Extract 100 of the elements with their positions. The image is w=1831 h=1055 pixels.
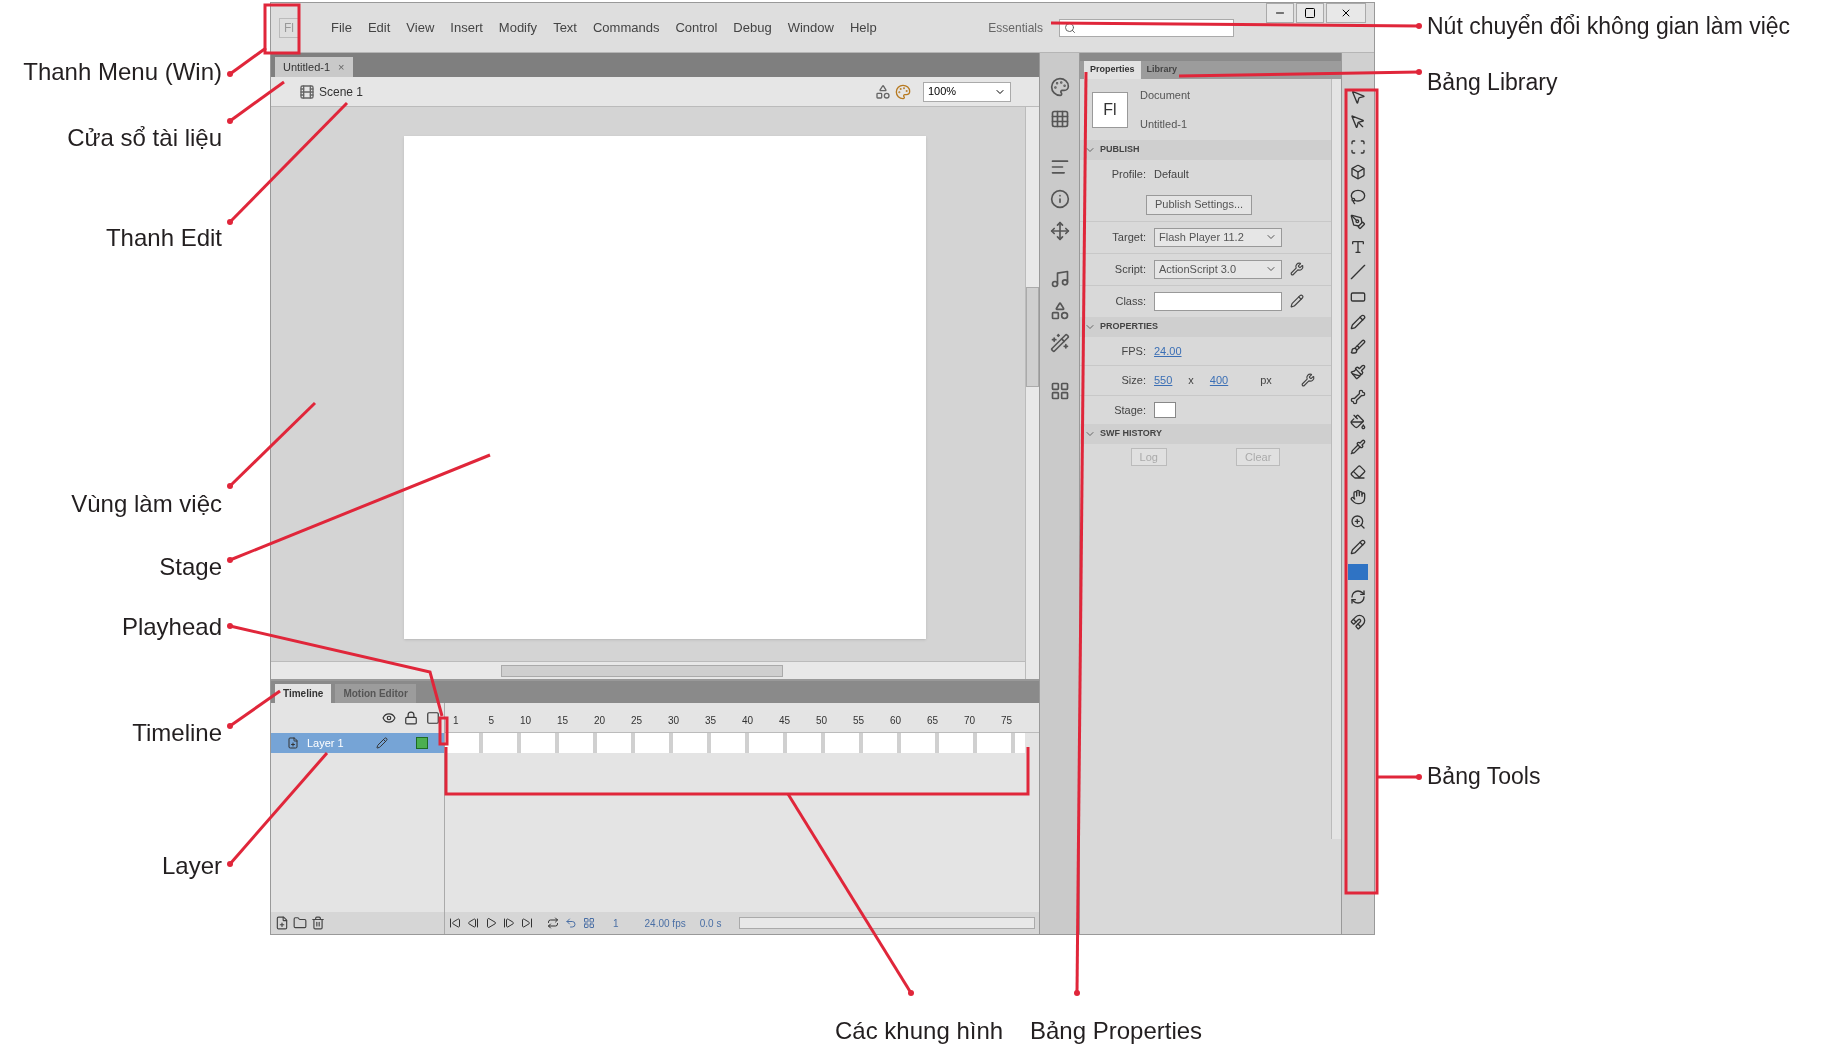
publish-settings-button[interactable]: Publish Settings... bbox=[1146, 194, 1253, 215]
layer-color-icon bbox=[416, 737, 428, 749]
document-type: Document bbox=[1140, 88, 1191, 103]
align-icon[interactable] bbox=[1049, 157, 1070, 177]
info-icon[interactable] bbox=[1049, 189, 1070, 209]
frame-number: 15 bbox=[555, 714, 569, 728]
menu-item[interactable]: Insert bbox=[450, 17, 483, 38]
frame-number: 40 bbox=[740, 714, 754, 728]
app-logo: Fl bbox=[279, 17, 299, 38]
pen-tool-icon[interactable] bbox=[1350, 214, 1366, 230]
selection-tool-icon[interactable] bbox=[1350, 89, 1366, 105]
property-label: Target: bbox=[1111, 229, 1146, 245]
panel-tab[interactable]: Library bbox=[1140, 61, 1184, 79]
menu-item[interactable]: Modify bbox=[498, 17, 538, 38]
menu-item[interactable]: File bbox=[331, 17, 352, 38]
callout-label: Vùng làm việc bbox=[71, 490, 222, 518]
menu-item[interactable]: Control bbox=[675, 17, 718, 38]
fps-value[interactable]: 24.00 bbox=[1154, 342, 1182, 359]
width-value[interactable]: 550 bbox=[1154, 372, 1173, 389]
callout-label: Thanh Menu (Win) bbox=[23, 58, 222, 86]
panel-tab[interactable]: Timeline bbox=[275, 684, 332, 703]
horizontal-scrollbar[interactable] bbox=[271, 661, 1025, 679]
bone-tool-icon[interactable] bbox=[1350, 389, 1366, 405]
text-tool-icon[interactable] bbox=[1350, 239, 1366, 255]
callout-label: Các khung hình bbox=[835, 1017, 1004, 1045]
dropdown[interactable]: Flash Player 11.2 bbox=[1154, 227, 1282, 247]
visibility-icon bbox=[382, 711, 396, 725]
section-title[interactable]: PROPERTIES bbox=[1100, 319, 1158, 334]
frame-number: 30 bbox=[666, 714, 680, 728]
menu-item[interactable]: Window bbox=[787, 17, 834, 38]
document-tab[interactable]: Untitled-1 × bbox=[275, 57, 353, 77]
panel-scrollbar[interactable] bbox=[1331, 79, 1341, 839]
swap-colors-icon bbox=[1350, 589, 1366, 605]
zoom-tool-icon[interactable] bbox=[1350, 514, 1366, 530]
minimize-button[interactable] bbox=[1266, 3, 1294, 23]
property-label: Script: bbox=[1113, 261, 1146, 277]
vertical-scrollbar[interactable] bbox=[1025, 107, 1039, 679]
maximize-button[interactable] bbox=[1296, 3, 1324, 23]
section-title[interactable]: PUBLISH bbox=[1100, 143, 1140, 157]
document-logo: Fl bbox=[1092, 91, 1128, 128]
property-label: Profile: bbox=[1110, 167, 1146, 182]
line-tool-icon[interactable] bbox=[1350, 264, 1366, 280]
timeline-scrollbar[interactable] bbox=[739, 917, 1035, 929]
callout-label: Playhead bbox=[121, 613, 222, 641]
wrench-icon bbox=[1290, 262, 1304, 276]
tab-close[interactable]: × bbox=[338, 58, 345, 76]
lasso-tool-icon[interactable] bbox=[1350, 189, 1366, 205]
step-back-icon bbox=[467, 917, 479, 929]
leader-line bbox=[227, 46, 267, 77]
panel-tab[interactable]: Properties bbox=[1084, 61, 1141, 79]
eyedropper-icon[interactable] bbox=[1350, 439, 1366, 455]
property-label: FPS: bbox=[1120, 343, 1146, 359]
transform-icon[interactable] bbox=[1049, 221, 1070, 241]
color-icon[interactable] bbox=[1049, 77, 1070, 97]
pencil-tool-icon[interactable] bbox=[1350, 314, 1366, 330]
outline-icon bbox=[426, 711, 440, 725]
stage-color-swatch[interactable] bbox=[1154, 401, 1176, 418]
snap-icon bbox=[1350, 614, 1366, 630]
highlight-frame bbox=[438, 716, 449, 746]
menu-item[interactable]: Text bbox=[553, 17, 577, 38]
play-icon bbox=[485, 917, 497, 929]
section-title[interactable]: SWF HISTORY bbox=[1100, 427, 1162, 441]
callout-label: Bảng Library bbox=[1427, 68, 1558, 96]
loop-icon bbox=[547, 917, 559, 929]
property-label: Stage: bbox=[1113, 402, 1146, 418]
scene-name[interactable]: Scene 1 bbox=[319, 82, 364, 101]
callout-label: Layer bbox=[161, 852, 222, 880]
pencil-icon bbox=[376, 737, 388, 749]
menu-item[interactable]: Commands bbox=[592, 17, 660, 38]
class-field[interactable] bbox=[1154, 291, 1282, 311]
eraser-icon[interactable] bbox=[1350, 464, 1366, 480]
menu-item[interactable]: Edit bbox=[367, 17, 391, 38]
brush-tool-icon[interactable] bbox=[1350, 339, 1366, 355]
highlight-frame bbox=[263, 3, 301, 55]
menu-item[interactable]: View bbox=[406, 17, 435, 38]
subselection-tool-icon[interactable] bbox=[1350, 114, 1366, 130]
zoom-select[interactable]: 100% bbox=[923, 81, 1011, 102]
3d-rotation-tool-icon[interactable] bbox=[1350, 164, 1366, 180]
dropdown[interactable]: ActionScript 3.0 bbox=[1154, 259, 1282, 279]
workspace-switcher[interactable]: Essentials bbox=[988, 18, 1043, 37]
callout-label: Bảng Properties bbox=[1030, 1017, 1203, 1045]
rectangle-tool-icon[interactable] bbox=[1350, 289, 1366, 305]
paint-bucket-icon[interactable] bbox=[1350, 414, 1366, 430]
hand-tool-icon[interactable] bbox=[1350, 489, 1366, 505]
menu-item[interactable]: Help bbox=[849, 17, 877, 38]
document-title: Untitled-1 bbox=[283, 59, 331, 75]
menu-item[interactable]: Debug bbox=[733, 17, 772, 38]
size-separator: x bbox=[1188, 373, 1194, 388]
frame-number: 1 bbox=[452, 714, 460, 728]
frame-number: 75 bbox=[999, 714, 1013, 728]
frame-number: 45 bbox=[777, 714, 791, 728]
swatches-icon[interactable] bbox=[1049, 109, 1070, 129]
callout-label: Thanh Edit bbox=[105, 224, 222, 252]
fill-color-swatch[interactable] bbox=[1348, 564, 1368, 580]
height-value[interactable]: 400 bbox=[1209, 372, 1229, 389]
folder-icon bbox=[293, 916, 307, 930]
callout-label: Stage bbox=[159, 553, 222, 581]
symbol-icon bbox=[875, 83, 891, 100]
transform-tool-icon[interactable] bbox=[1350, 139, 1366, 155]
frame-number: 70 bbox=[962, 714, 976, 728]
